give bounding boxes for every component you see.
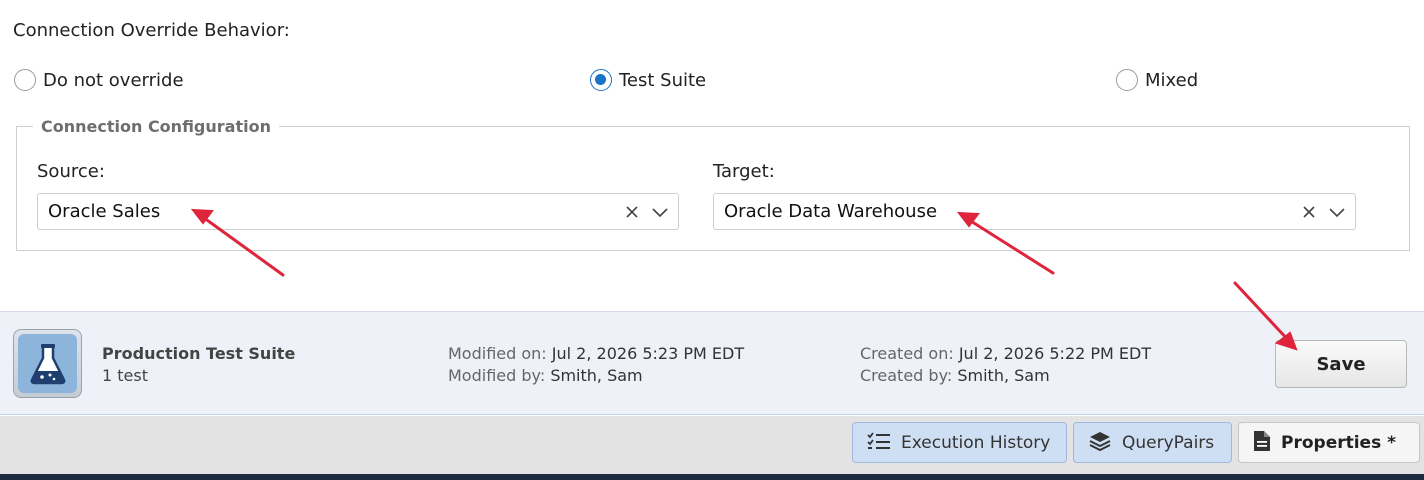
tab-properties[interactable]: Properties * (1238, 422, 1420, 463)
clear-icon[interactable] (1295, 198, 1323, 226)
suite-info-bar: Production Test Suite 1 test Modified on… (0, 311, 1424, 415)
radio-label: Mixed (1145, 69, 1199, 91)
tab-label: Properties * (1281, 432, 1397, 453)
radio-do-not-override[interactable]: Do not override (14, 68, 184, 92)
layers-icon (1088, 430, 1112, 456)
tab-label: QueryPairs (1122, 432, 1215, 453)
radio-label: Test Suite (619, 69, 707, 91)
radio-button-selected[interactable] (590, 69, 612, 91)
save-button[interactable]: Save (1275, 340, 1407, 388)
chevron-down-icon[interactable] (646, 198, 674, 226)
radio-mixed[interactable]: Mixed (1116, 68, 1198, 92)
modified-on-value: Jul 2, 2026 5:23 PM EDT (551, 344, 745, 363)
clear-icon[interactable] (618, 198, 646, 226)
checklist-icon (867, 431, 891, 455)
radio-button[interactable] (14, 69, 36, 91)
connection-configuration-group: Connection Configuration Source: Oracle … (16, 117, 1410, 251)
tab-label: Execution History (901, 432, 1051, 453)
suite-test-count: 1 test (102, 366, 148, 385)
target-select[interactable]: Oracle Data Warehouse (713, 193, 1356, 230)
created-by: Created by: Smith, Sam (860, 366, 1050, 385)
created-by-label: Created by: (860, 366, 953, 385)
bottom-tab-bar: Execution History QueryPairs Properties … (0, 416, 1424, 474)
source-label: Source: (37, 161, 105, 182)
override-label: Connection Override Behavior: (13, 20, 290, 41)
connection-configuration-legend: Connection Configuration (33, 117, 279, 136)
tab-execution-history[interactable]: Execution History (852, 422, 1067, 463)
created-on-label: Created on: (860, 344, 954, 363)
modified-on: Modified on: Jul 2, 2026 5:23 PM EDT (448, 344, 744, 363)
created-on-value: Jul 2, 2026 5:22 PM EDT (958, 344, 1152, 363)
target-value: Oracle Data Warehouse (724, 201, 938, 222)
source-select[interactable]: Oracle Sales (37, 193, 679, 230)
source-value: Oracle Sales (48, 201, 161, 222)
suite-name: Production Test Suite (102, 344, 296, 363)
modified-by-value: Smith, Sam (550, 366, 643, 385)
modified-by-label: Modified by: (448, 366, 546, 385)
flask-icon (13, 329, 82, 398)
chevron-down-icon[interactable] (1323, 198, 1351, 226)
target-label: Target: (713, 161, 775, 182)
created-on: Created on: Jul 2, 2026 5:22 PM EDT (860, 344, 1151, 363)
document-icon (1253, 430, 1271, 456)
radio-label: Do not override (43, 69, 184, 91)
modified-by: Modified by: Smith, Sam (448, 366, 643, 385)
created-by-value: Smith, Sam (957, 366, 1050, 385)
modified-on-label: Modified on: (448, 344, 547, 363)
tab-querypairs[interactable]: QueryPairs (1073, 422, 1232, 463)
radio-test-suite[interactable]: Test Suite (590, 68, 706, 92)
bottom-strip (0, 474, 1424, 480)
radio-button[interactable] (1116, 69, 1138, 91)
